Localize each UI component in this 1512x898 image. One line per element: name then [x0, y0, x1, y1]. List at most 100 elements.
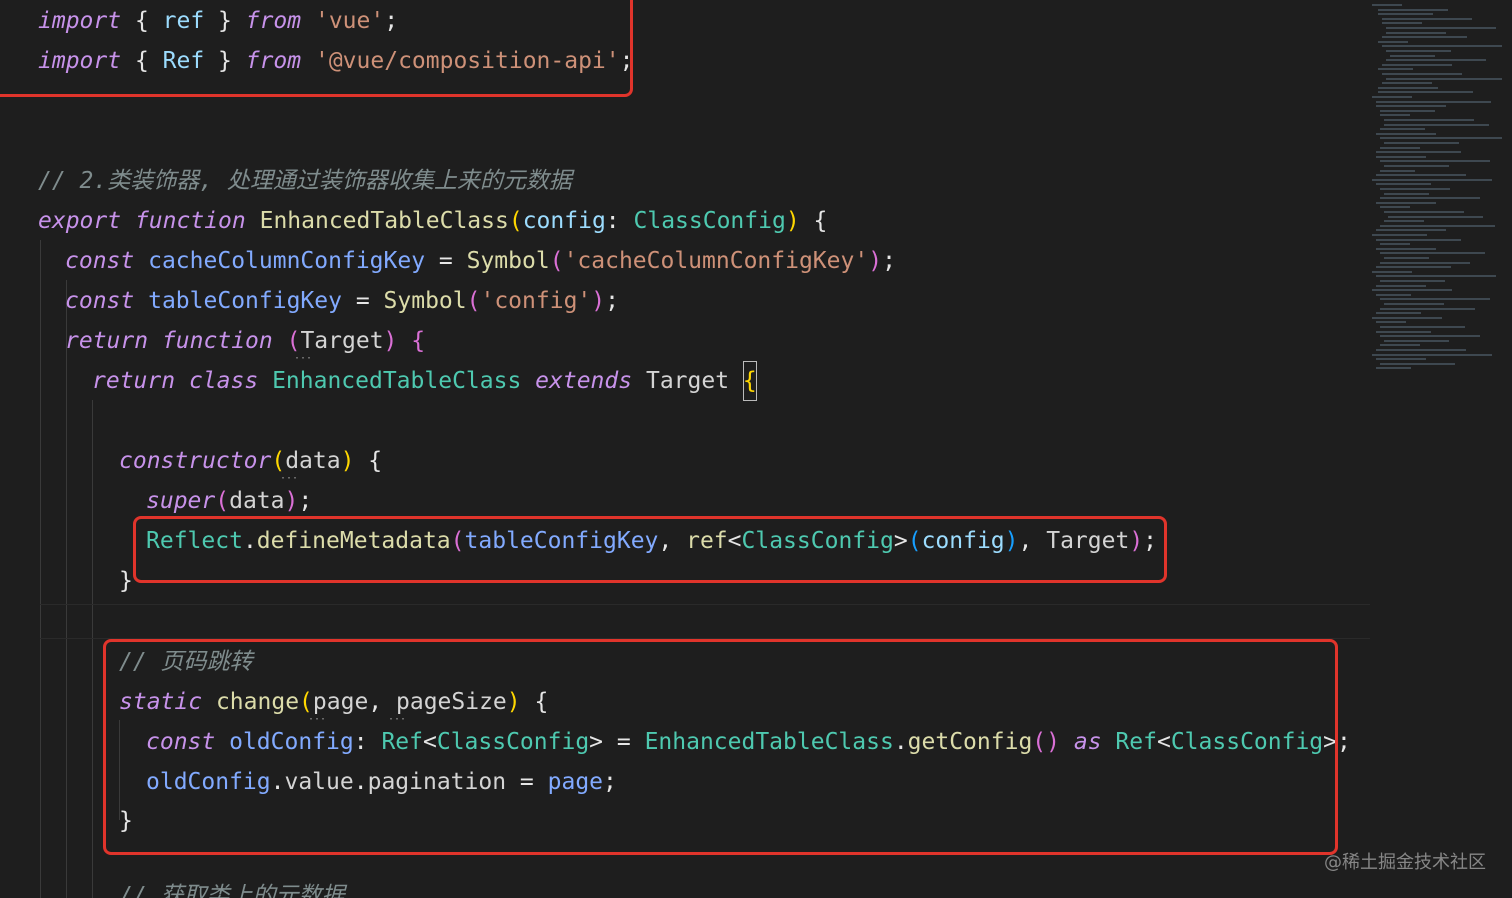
minimap-line — [1376, 321, 1406, 323]
minimap-line — [1378, 9, 1448, 11]
watermark: @稀土掘金技术社区 — [1324, 852, 1486, 873]
minimap-line — [1380, 128, 1425, 130]
minimap-line — [1382, 18, 1472, 20]
minimap-line — [1376, 101, 1491, 103]
minimap-line — [1386, 27, 1496, 29]
minimap-line — [1380, 326, 1465, 328]
line-divider — [40, 638, 1370, 639]
minimap-line — [1376, 183, 1431, 185]
minimap-line — [1380, 160, 1490, 162]
code-token: , — [368, 689, 396, 715]
minimap-line — [1380, 147, 1420, 149]
minimap-line — [1376, 239, 1461, 241]
minimap-line — [1372, 96, 1412, 98]
code-token: ) — [284, 488, 299, 514]
code-token: ) — [591, 288, 606, 314]
code-token: ; — [298, 488, 313, 514]
minimap[interactable] — [1370, 0, 1512, 898]
code-token: config — [921, 528, 1005, 554]
minimap-line — [1380, 243, 1410, 245]
minimap-line — [1378, 41, 1408, 43]
code-line-const-table-key[interactable]: const tableConfigKey = Symbol('config'); — [65, 281, 619, 321]
code-token: // 页码跳转 — [119, 649, 253, 675]
code-token: > — [893, 528, 908, 554]
code-editor[interactable]: import { ref } from 'vue'; import { Ref … — [0, 0, 1370, 898]
code-token: ( — [549, 248, 564, 274]
minimap-line — [1384, 119, 1474, 121]
code-token: EnhancedTableClass — [272, 368, 522, 394]
code-token: ( — [466, 288, 481, 314]
code-line-reflect[interactable]: Reflect.defineMetadata(tableConfigKey, r… — [146, 521, 1157, 561]
code-line-comment-metadata[interactable]: // 获取类上的元数据 — [119, 876, 345, 898]
code-token: } — [119, 568, 133, 594]
minimap-line — [1386, 78, 1502, 80]
code-token: from — [245, 8, 302, 34]
code-token: } — [204, 8, 246, 34]
code-token: } — [119, 808, 133, 834]
code-token: Reflect — [146, 528, 243, 554]
code-line-2[interactable]: import { Ref } from '@vue/composition-ap… — [38, 41, 633, 81]
minimap-line — [1378, 91, 1473, 93]
code-token: Target — [645, 368, 730, 394]
code-token: class — [188, 368, 259, 394]
code-token: < — [422, 729, 437, 755]
code-line-1[interactable]: import { ref } from 'vue'; — [38, 1, 398, 41]
code-token: { — [411, 328, 426, 354]
code-token: ClassConfig — [633, 208, 786, 234]
code-line-constructor[interactable]: constructor(data) { — [119, 441, 382, 481]
minimap-line — [1372, 289, 1452, 291]
code-token: config — [522, 208, 606, 234]
minimap-line — [1376, 285, 1426, 287]
code-line-const-cache-key[interactable]: const cacheColumnConfigKey = Symbol('cac… — [65, 241, 896, 281]
minimap-line — [1380, 262, 1470, 264]
minimap-line — [1380, 206, 1410, 208]
minimap-line — [1386, 32, 1446, 34]
code-token: ref — [162, 8, 205, 34]
code-line-close-constructor[interactable]: } — [119, 561, 133, 601]
code-token: : — [353, 729, 382, 755]
code-line-assign-pagination[interactable]: oldConfig.value.pagination = page; — [146, 762, 617, 802]
code-token: pagination — [367, 769, 507, 795]
code-line-const-old-config[interactable]: const oldConfig: Ref<ClassConfig> = Enha… — [146, 722, 1351, 762]
minimap-line — [1376, 202, 1436, 204]
code-token: ( — [299, 689, 313, 715]
code-token: ; — [882, 248, 896, 274]
code-line-static-change[interactable]: static change(page, pageSize) { — [119, 682, 548, 722]
code-token: ( — [215, 488, 230, 514]
code-line-close-change[interactable]: } — [119, 801, 133, 841]
code-line-comment-page[interactable]: // 页码跳转 — [119, 642, 253, 682]
code-line-return-function[interactable]: return function (Target) { — [65, 321, 425, 361]
minimap-line — [1376, 349, 1466, 351]
minimap-line — [1372, 4, 1402, 6]
minimap-line — [1380, 170, 1415, 172]
code-line-super[interactable]: super(data); — [146, 481, 312, 521]
code-token: oldConfig — [229, 729, 354, 755]
minimap-line — [1376, 312, 1421, 314]
code-token: Ref — [1115, 729, 1157, 755]
minimap-line — [1376, 133, 1436, 135]
code-line-comment-decorator[interactable]: // 2.类装饰器, 处理通过装饰器收集上来的元数据 — [38, 161, 572, 201]
code-line-return-class[interactable]: return class EnhancedTableClass extends … — [92, 361, 757, 401]
code-token: function — [134, 208, 246, 234]
unused-hint-dots: ··· — [280, 473, 299, 484]
code-token: return — [65, 328, 149, 354]
minimap-line — [1380, 225, 1495, 227]
minimap-line — [1376, 156, 1426, 158]
minimap-line — [1376, 331, 1431, 333]
code-token: . — [353, 769, 368, 795]
minimap-line — [1382, 64, 1452, 66]
code-token: ) — [383, 328, 398, 354]
code-line-export-function[interactable]: export function EnhancedTableClass(confi… — [38, 201, 827, 241]
code-token: '@vue/composition-api' — [314, 48, 620, 74]
minimap-line — [1384, 142, 1459, 144]
code-token: import — [38, 48, 122, 74]
code-token: > = — [589, 729, 645, 755]
minimap-line — [1380, 280, 1445, 282]
minimap-line — [1386, 50, 1451, 52]
code-token: >; — [1323, 729, 1351, 755]
